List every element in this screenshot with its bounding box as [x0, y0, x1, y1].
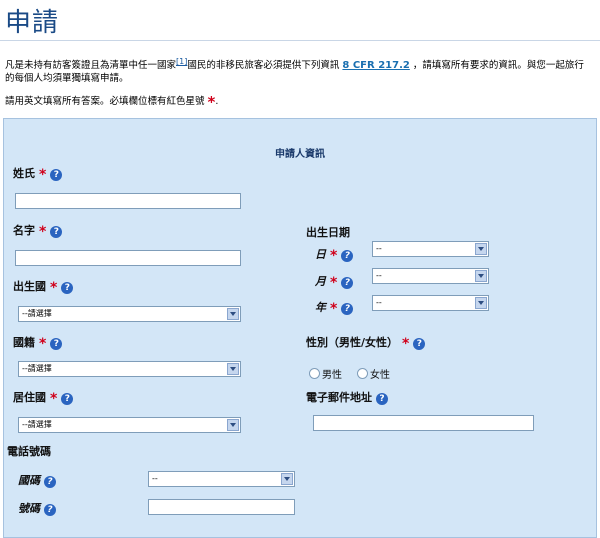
given-name-label: 名字 [13, 224, 35, 237]
nationality-label-row: 國籍 *? [13, 334, 63, 352]
birth-month-label: 月 [315, 275, 326, 288]
country-code-select[interactable]: -- [148, 471, 295, 487]
required-asterisk-icon: * [330, 275, 338, 291]
help-icon[interactable]: ? [44, 504, 56, 516]
help-icon[interactable]: ? [61, 393, 74, 405]
chevron-down-icon[interactable] [227, 363, 239, 375]
applicant-form-panel [3, 118, 597, 538]
chevron-down-icon[interactable] [475, 243, 487, 255]
residence-label: 居住國 [13, 391, 46, 404]
birth-day-label: 日 [315, 248, 326, 261]
nationality-selected: --請選擇 [22, 364, 52, 373]
required-asterisk-icon: * [50, 280, 58, 296]
birth-year-label-row: 年 *? [315, 299, 354, 317]
help-icon[interactable]: ? [50, 338, 63, 350]
phone-number-label-row: 號碼? [18, 500, 56, 516]
help-icon[interactable]: ? [376, 393, 388, 405]
help-icon[interactable]: ? [50, 169, 63, 181]
email-label: 電子郵件地址 [306, 391, 372, 404]
chevron-down-icon[interactable] [281, 473, 293, 485]
surname-input[interactable] [15, 193, 241, 209]
gender-male-label: 男性 [322, 370, 342, 381]
gender-label-row: 性別（男性/女性） *? [306, 334, 426, 352]
intro-text-1: 凡是未持有訪客簽證且為清單中任一國家 [5, 60, 177, 72]
title-divider [0, 40, 600, 41]
chevron-down-icon[interactable] [475, 270, 487, 282]
country-of-birth-select[interactable]: --請選擇 [18, 306, 241, 322]
required-asterisk-icon: * [39, 336, 47, 352]
help-icon[interactable]: ? [44, 476, 56, 488]
help-icon[interactable]: ? [413, 338, 426, 350]
country-of-birth-label-row: 出生國 *? [13, 278, 74, 296]
help-icon[interactable]: ? [341, 250, 354, 262]
gender-label: 性別（男性/女性） [306, 336, 399, 349]
country-code-label-row: 國碼? [18, 472, 56, 488]
birth-month-label-row: 月 *? [315, 273, 354, 291]
help-icon[interactable]: ? [341, 303, 354, 315]
residence-selected: --請選擇 [22, 420, 52, 429]
gender-female-option[interactable]: 女性 [357, 363, 390, 382]
birth-year-select[interactable]: -- [372, 295, 489, 311]
required-asterisk-icon: * [50, 391, 58, 407]
required-asterisk-icon: * [402, 336, 410, 352]
given-name-label-row: 名字 *? [13, 222, 63, 240]
surname-label-row: 姓氏 *? [13, 165, 63, 183]
birth-month-select[interactable]: -- [372, 268, 489, 284]
country-of-birth-label: 出生國 [13, 280, 46, 293]
birth-day-selected: -- [376, 244, 382, 253]
phone-number-label: 號碼 [18, 502, 40, 515]
required-asterisk-icon: * [330, 301, 338, 317]
intro-paragraph: 凡是未持有訪客簽證且為清單中任一國家[1]國民的非移民旅客必須提供下列資訊 8 … [5, 55, 590, 85]
chevron-down-icon[interactable] [227, 419, 239, 431]
chevron-down-icon[interactable] [475, 297, 487, 309]
gender-male-radio[interactable] [309, 368, 320, 379]
required-note-text: 請用英文填寫所有答案。必填欄位標有紅色星號 [5, 96, 205, 107]
birth-day-select[interactable]: -- [372, 241, 489, 257]
chevron-down-icon[interactable] [227, 308, 239, 320]
required-asterisk-icon: * [39, 224, 47, 240]
required-asterisk-icon: * [39, 167, 47, 183]
phone-number-input[interactable] [148, 499, 295, 515]
required-note: 請用英文填寫所有答案。必填欄位標有紅色星號 *. [5, 93, 219, 111]
birth-date-label: 出生日期 [306, 226, 350, 239]
residence-label-row: 居住國 *? [13, 389, 74, 407]
nationality-label: 國籍 [13, 336, 35, 349]
gender-female-radio[interactable] [357, 368, 368, 379]
gender-female-label: 女性 [370, 370, 390, 381]
country-code-selected: -- [152, 474, 158, 483]
page-title: 申請 [5, 8, 60, 38]
intro-text-2: 國民的非移民旅客必須提供下列資訊 [187, 60, 340, 72]
help-icon[interactable]: ? [341, 277, 354, 289]
country-of-birth-selected: --請選擇 [22, 309, 52, 318]
birth-day-label-row: 日 *? [315, 246, 354, 264]
birth-year-selected: -- [376, 298, 382, 307]
email-input[interactable] [313, 415, 534, 431]
phone-label: 電話號碼 [7, 445, 51, 458]
nationality-select[interactable]: --請選擇 [18, 361, 241, 377]
cfr-link[interactable]: 8 CFR 217.2 [342, 60, 409, 71]
country-code-label: 國碼 [18, 474, 40, 487]
birth-year-label: 年 [315, 301, 326, 314]
residence-select[interactable]: --請選擇 [18, 417, 241, 433]
surname-label: 姓氏 [13, 167, 35, 180]
birth-month-selected: -- [376, 271, 382, 280]
help-icon[interactable]: ? [61, 282, 74, 294]
help-icon[interactable]: ? [50, 226, 63, 238]
given-name-input[interactable] [15, 250, 241, 266]
section-title: 申請人資訊 [275, 149, 325, 160]
required-asterisk-icon: * [330, 248, 338, 264]
email-label-row: 電子郵件地址? [306, 389, 388, 405]
gender-male-option[interactable]: 男性 [309, 363, 342, 382]
footnote-link[interactable]: [1] [176, 57, 187, 66]
